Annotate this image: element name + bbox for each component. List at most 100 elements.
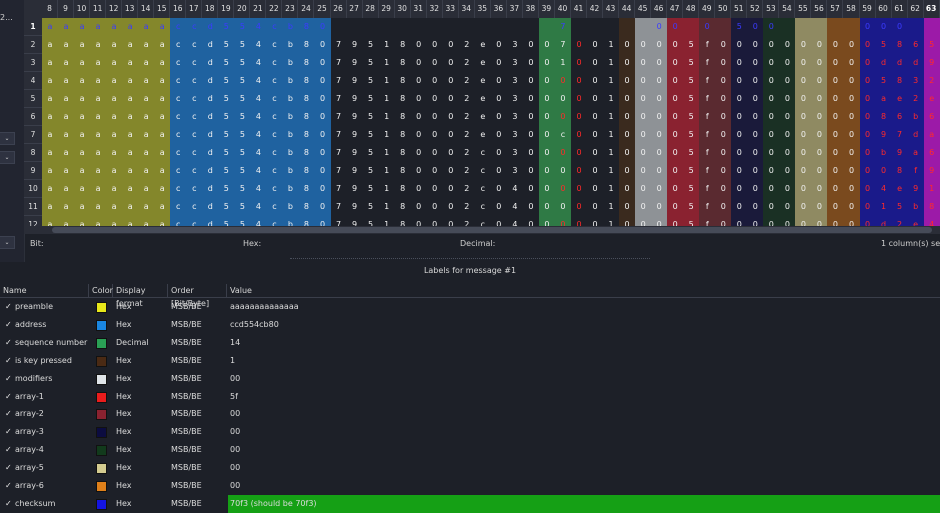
bit-cell[interactable]: a — [90, 72, 106, 90]
column-header-60[interactable]: 60 — [876, 0, 892, 18]
bit-cell[interactable]: d — [202, 108, 218, 126]
bit-cell[interactable]: 0 — [811, 90, 827, 108]
bit-cell[interactable]: a — [122, 162, 138, 180]
bit-cell[interactable]: 7 — [331, 180, 347, 198]
bit-cell[interactable]: 0 — [779, 72, 795, 90]
bit-cell[interactable]: 5 — [924, 36, 940, 54]
bit-cell[interactable]: 0 — [443, 54, 459, 72]
bit-cell[interactable]: a — [42, 162, 58, 180]
column-header-51[interactable]: 51 — [731, 0, 748, 18]
bit-cell[interactable]: 5 — [876, 72, 892, 90]
bit-cell[interactable]: 8 — [395, 90, 411, 108]
bit-cell[interactable]: a — [58, 90, 74, 108]
scrollbar-thumb[interactable] — [52, 227, 932, 233]
bit-cell[interactable]: 8 — [298, 144, 314, 162]
bit-cell[interactable]: 0 — [731, 54, 747, 72]
row-header-9[interactable]: 9 — [24, 162, 42, 180]
header-color[interactable]: Color — [89, 284, 113, 297]
bit-cell[interactable]: 8 — [298, 54, 314, 72]
bit-cell[interactable]: 0 — [779, 216, 795, 226]
column-header-26[interactable]: 26 — [331, 0, 347, 18]
bit-cell[interactable]: f — [699, 126, 715, 144]
bit-cell[interactable]: 0 — [587, 36, 603, 54]
bit-cell[interactable]: 0 — [539, 144, 555, 162]
bit-cell[interactable]: 7 — [331, 36, 347, 54]
bit-cell[interactable]: 5 — [234, 216, 250, 226]
bit-cell[interactable]: 5 — [218, 54, 234, 72]
bit-cell[interactable]: a — [138, 180, 154, 198]
bit-cell[interactable]: b — [282, 36, 298, 54]
header-order[interactable]: Order [Bit/Byte] — [168, 284, 227, 308]
bit-cell[interactable]: 0 — [795, 144, 811, 162]
bit-cell[interactable]: 7 — [331, 162, 347, 180]
bit-cell[interactable]: c — [186, 126, 202, 144]
bit-cell[interactable]: a — [122, 144, 138, 162]
bit-cell[interactable]: 0 — [795, 180, 811, 198]
bit-cell[interactable]: a — [90, 198, 106, 216]
bit-cell[interactable]: 0 — [539, 180, 555, 198]
bit-cell[interactable]: c — [475, 162, 491, 180]
row-header-3[interactable]: 3 — [24, 54, 42, 72]
column-header-50[interactable]: 50 — [715, 0, 732, 18]
bit-cell[interactable]: 0 — [779, 108, 795, 126]
bit-cell[interactable]: 0 — [860, 90, 876, 108]
bit-cell[interactable]: 1 — [379, 216, 395, 226]
bit-cell[interactable]: 5 — [683, 72, 699, 90]
order-value[interactable]: MSB/BE — [171, 441, 202, 459]
bit-cell[interactable]: c — [170, 180, 186, 198]
bit-cell[interactable]: 0 — [763, 126, 779, 144]
bit-cell[interactable]: 0 — [427, 72, 443, 90]
bit-cell[interactable]: 0 — [715, 198, 731, 216]
bit-cell[interactable]: 0 — [491, 108, 507, 126]
bit-cell[interactable]: a — [106, 198, 122, 216]
bit-cell[interactable]: a — [42, 108, 58, 126]
bit-cell[interactable]: a — [154, 36, 170, 54]
bit-cell[interactable]: a — [154, 126, 170, 144]
bit-cell[interactable]: c — [170, 90, 186, 108]
bit-cell[interactable]: 0 — [651, 162, 667, 180]
bit-cell[interactable]: f — [699, 108, 715, 126]
column-header-52[interactable]: 52 — [747, 0, 764, 18]
bit-cell[interactable]: a — [90, 126, 106, 144]
bit-cell[interactable]: 7 — [331, 54, 347, 72]
bit-cell[interactable]: 0 — [571, 216, 587, 226]
color-swatch[interactable] — [96, 337, 107, 349]
bit-cell[interactable]: d — [892, 54, 908, 72]
bit-cell[interactable]: c — [266, 198, 282, 216]
bit-cell[interactable]: a — [106, 162, 122, 180]
bit-cell[interactable]: 0 — [315, 216, 331, 226]
bit-cell[interactable]: 0 — [779, 144, 795, 162]
bit-cell[interactable]: 1 — [603, 36, 619, 54]
display-format-value[interactable]: Hex — [116, 352, 132, 370]
bit-cell[interactable]: 0 — [763, 180, 779, 198]
column-header-45[interactable]: 45 — [635, 0, 652, 18]
bit-cell[interactable]: 0 — [860, 198, 876, 216]
bit-cell[interactable]: e — [475, 90, 491, 108]
bit-cell[interactable]: 8 — [892, 72, 908, 90]
bit-cell[interactable]: 0 — [635, 144, 651, 162]
bit-cell[interactable]: 0 — [411, 36, 427, 54]
bit-cell[interactable]: a — [106, 90, 122, 108]
bit-cell[interactable]: 0 — [555, 144, 571, 162]
bit-cell[interactable]: 8 — [876, 108, 892, 126]
color-swatch[interactable] — [96, 373, 107, 385]
bit-cell[interactable]: 0 — [539, 90, 555, 108]
bit-cell[interactable]: 6 — [892, 108, 908, 126]
bit-cell[interactable]: 0 — [811, 144, 827, 162]
bit-cell[interactable]: a — [42, 198, 58, 216]
bit-cell[interactable]: 0 — [443, 144, 459, 162]
column-header-63[interactable]: 63 — [923, 0, 940, 18]
column-header-48[interactable]: 48 — [683, 0, 700, 18]
bit-cell[interactable]: c — [186, 108, 202, 126]
bit-cell[interactable]: f — [699, 216, 715, 226]
bit-cell[interactable]: 0 — [635, 36, 651, 54]
bit-cell[interactable]: 0 — [571, 144, 587, 162]
bit-cell[interactable]: a — [90, 162, 106, 180]
bit-cell[interactable]: c — [170, 144, 186, 162]
bit-cell[interactable]: a — [42, 180, 58, 198]
bit-cell[interactable]: 0 — [731, 108, 747, 126]
bit-cell[interactable]: 0 — [827, 108, 843, 126]
bit-cell[interactable]: 0 — [747, 126, 763, 144]
visibility-checkbox[interactable]: ✓ — [5, 370, 12, 388]
bit-cell[interactable]: 5 — [683, 162, 699, 180]
